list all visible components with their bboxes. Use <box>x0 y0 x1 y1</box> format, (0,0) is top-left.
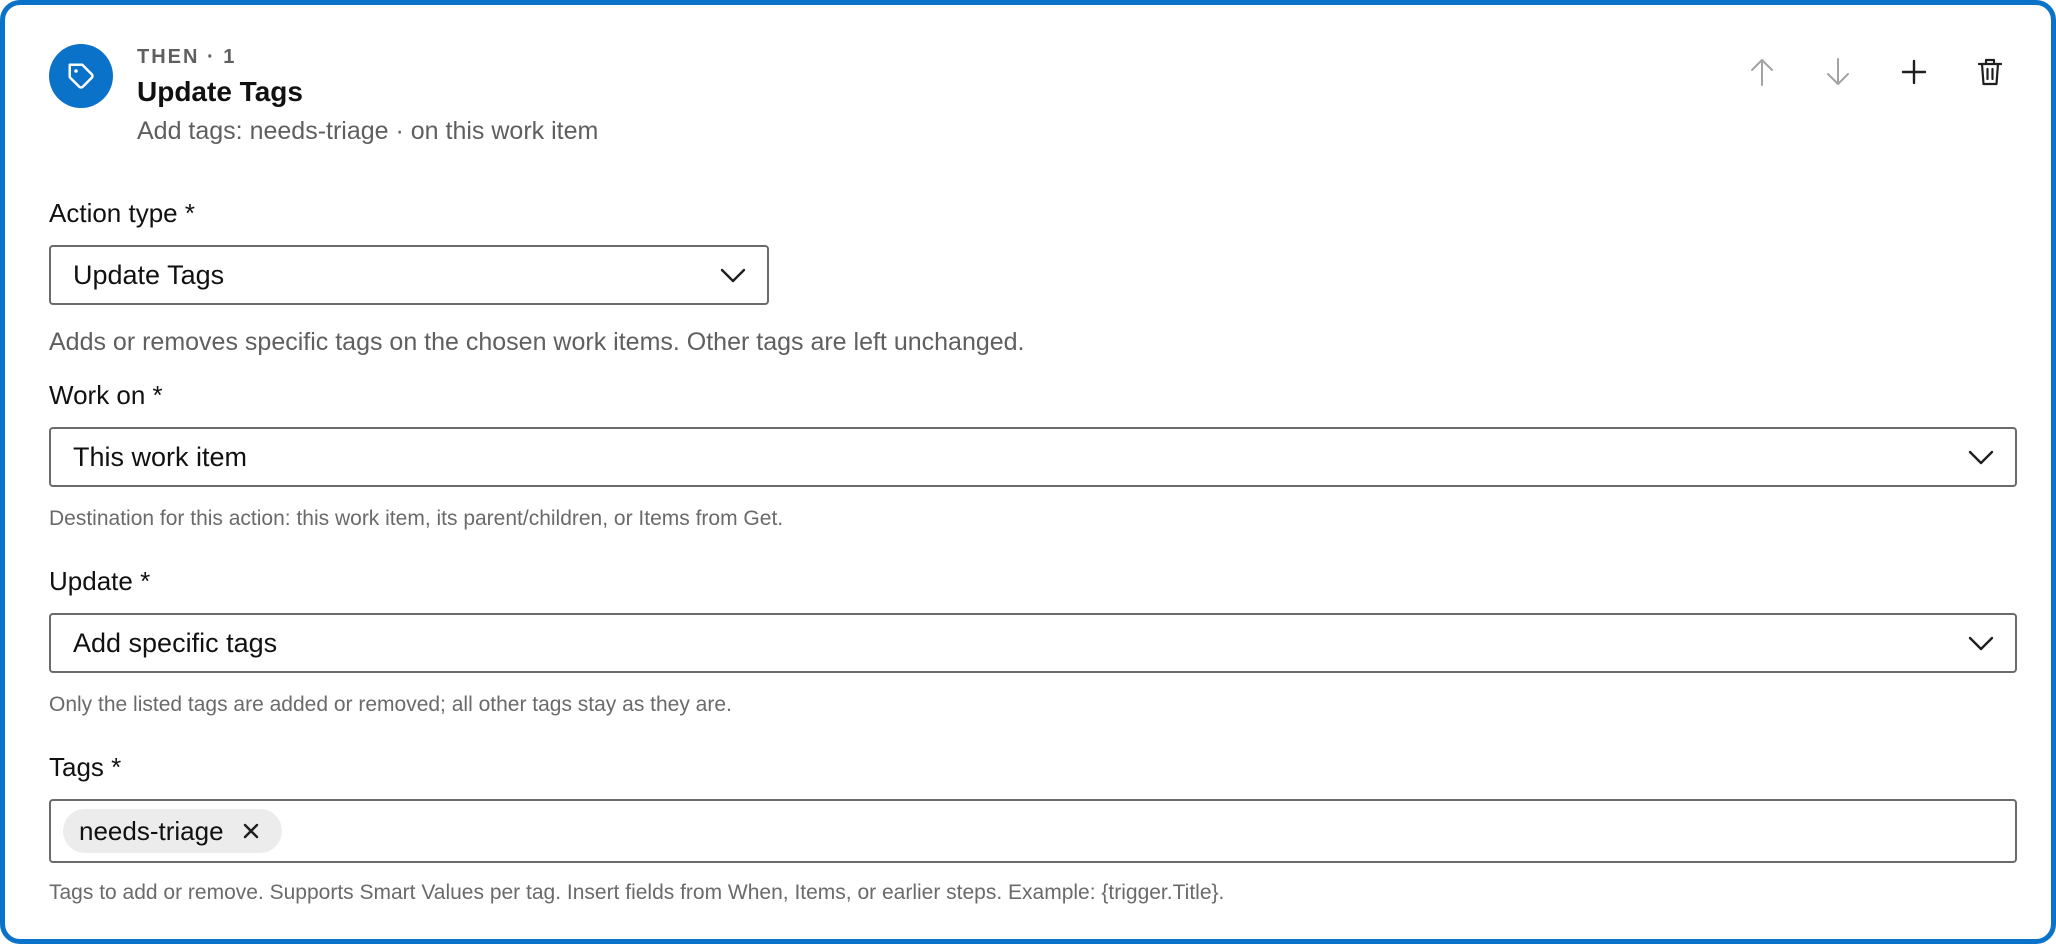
work-on-help: Destination for this action: this work i… <box>49 507 784 530</box>
work-on-value: This work item <box>73 442 248 472</box>
tag-chip-label: needs-triage <box>79 816 224 846</box>
chevron-down-icon <box>720 268 746 283</box>
arrow-up-icon <box>1751 59 1773 86</box>
step-toolbar <box>1745 55 2007 89</box>
update-mode-value: Add specific tags <box>73 628 278 658</box>
plus-icon <box>1901 59 1927 85</box>
move-down-button[interactable] <box>1821 55 1855 89</box>
work-on-label: Work on * <box>49 380 163 410</box>
remove-tag-button[interactable] <box>240 820 262 842</box>
action-type-label: Action type * <box>49 198 195 228</box>
step-label: THEN · 1 <box>137 46 237 68</box>
step-title: Update Tags <box>137 76 303 107</box>
arrow-down-icon <box>1827 58 1849 85</box>
tags-input[interactable]: needs-triage <box>49 799 2017 863</box>
update-label: Update * <box>49 566 151 596</box>
move-up-button[interactable] <box>1745 55 1779 89</box>
chevron-down-icon <box>1968 636 1994 651</box>
tags-help: Tags to add or remove. Supports Smart Va… <box>49 881 1225 904</box>
add-step-button[interactable] <box>1897 55 1931 89</box>
tags-label: Tags * <box>49 752 122 782</box>
work-on-select[interactable]: This work item <box>49 427 2017 487</box>
tag-chip: needs-triage <box>63 809 282 853</box>
action-step-card: THEN · 1 Update Tags Add tags: needs-tri… <box>0 0 2056 944</box>
update-mode-select[interactable]: Add specific tags <box>49 613 2017 673</box>
tag-icon <box>49 44 113 108</box>
action-type-help: Adds or removes specific tags on the cho… <box>49 328 1025 356</box>
close-icon <box>243 823 258 839</box>
chevron-down-icon <box>1968 450 1994 465</box>
step-summary: Add tags: needs-triage · on this work it… <box>137 117 599 145</box>
delete-step-button[interactable] <box>1973 55 2007 89</box>
action-type-select[interactable]: Update Tags <box>49 245 769 305</box>
action-type-value: Update Tags <box>73 260 225 290</box>
trash-icon <box>1977 58 2003 86</box>
update-help: Only the listed tags are added or remove… <box>49 693 732 716</box>
